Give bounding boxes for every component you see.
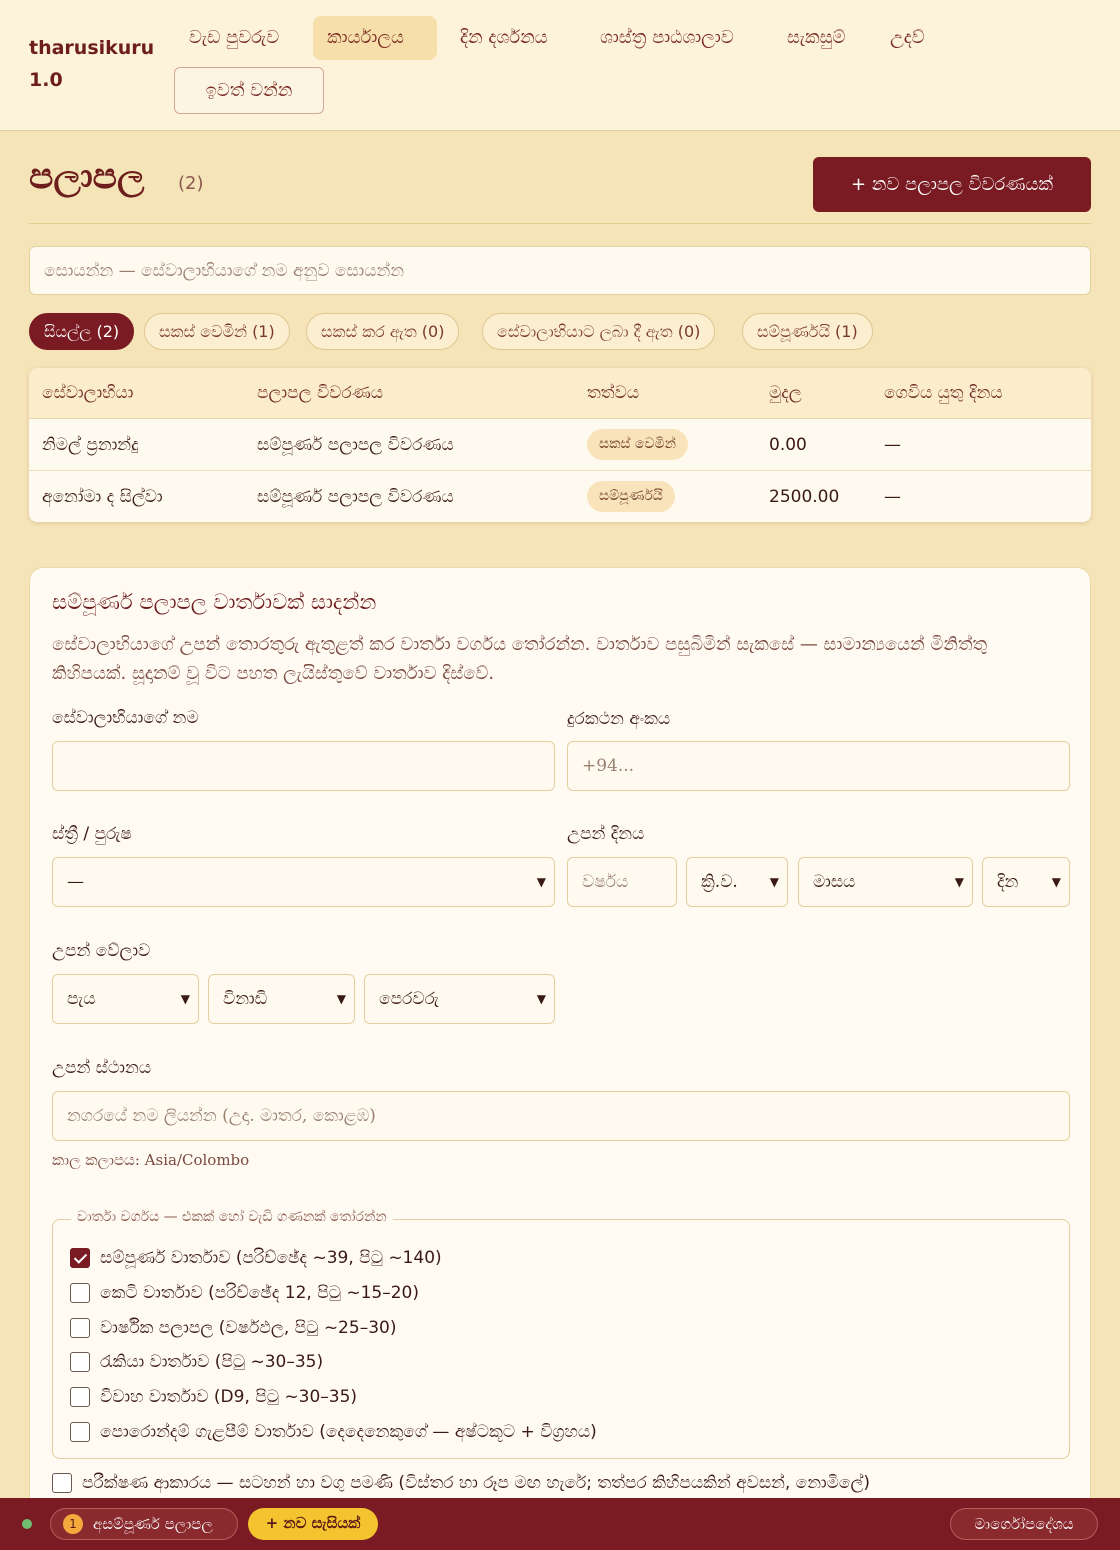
chevron-down-icon: ▼	[769, 875, 779, 889]
form-description: සේවාලාභියාගේ උපන් තොරතුරු ඇතුළත් කර වාර්…	[52, 634, 988, 684]
nav-office[interactable]: කාර්යාලය	[313, 16, 437, 60]
divider	[29, 223, 1091, 224]
top-navbar: tharusikuru 1.0 වැඩ පුවරුව කාර්යාලය දින …	[0, 0, 1120, 131]
cell-reading: සම්පූර්ණ පලාපල විවරණය	[257, 487, 454, 507]
month-select[interactable]: මාසය ▼	[798, 857, 973, 907]
form-title: සම්පූර්ණ පලාපල වාර්තාවක් සාදන්න	[52, 590, 377, 614]
nav-settings[interactable]: සැකසුම්	[773, 16, 859, 60]
column-header-due-date[interactable]: ගෙවිය යුතු දිනය	[884, 368, 1003, 419]
cell-due-date: —	[884, 435, 901, 455]
report-type-label: වාර්ෂික පලාපල (වර්ෂඵල, පිටු ~25–30)	[100, 1318, 397, 1338]
checkbox[interactable]	[70, 1283, 90, 1303]
name-label: සේවාලාභියාගේ නම	[52, 708, 199, 728]
table-row[interactable]: අනෝමා ද සිල්වා සම්පූර්ණ පලාපල විවරණය සම්…	[29, 471, 1091, 522]
day-select[interactable]: දින ▼	[982, 857, 1070, 907]
client-name-input[interactable]	[52, 741, 555, 791]
incomplete-count-badge: 1	[63, 1514, 83, 1534]
hour-select[interactable]: පැය ▼	[52, 974, 199, 1024]
hour-select-value: පැය	[67, 989, 96, 1009]
chevron-down-icon: ▼	[536, 875, 546, 889]
phone-label: දුරකථන අංකය	[567, 709, 671, 729]
checkbox[interactable]	[70, 1422, 90, 1442]
cell-due-date: —	[884, 487, 901, 507]
birth-place-label: උපන් ස්ථානය	[52, 1058, 152, 1078]
status-badge: සම්පූර්ණයි	[587, 481, 675, 512]
dob-label: උපන් දිනය	[567, 824, 645, 844]
new-reading-button[interactable]: + නව පලාපල විවරණයක්	[813, 157, 1091, 212]
filter-chip-in-progress[interactable]: සකස් වෙමින් (1)	[144, 313, 290, 350]
checkbox[interactable]	[70, 1318, 90, 1338]
cell-client: අනෝමා ද සිල්වා	[42, 487, 163, 507]
month-select-value: මාසය	[813, 872, 856, 892]
column-header-reading[interactable]: පලාපල විවරණය	[257, 368, 383, 419]
ampm-select-value: පෙරවරු	[379, 989, 439, 1009]
report-type-label: රැකියා වාර්තාව (පිටු ~30–35)	[100, 1352, 324, 1372]
incomplete-readings-label: අසම්පූර්ණ පලාපල	[93, 1515, 213, 1533]
guide-button[interactable]: මාර්ගෝපදේශය	[950, 1508, 1098, 1540]
column-header-status[interactable]: තත්වය	[587, 368, 639, 419]
cell-amount: 0.00	[769, 435, 807, 455]
birth-year-input[interactable]	[567, 857, 677, 907]
report-type-label: සම්පූර්ණ වාර්තාව (පරිච්ඡේද ~39, පිටු ~14…	[100, 1248, 442, 1268]
chevron-down-icon: ▼	[1051, 875, 1061, 889]
filter-chip-delivered[interactable]: සේවාලාභියාට ලබා දී ඇත (0)	[482, 313, 716, 350]
chevron-down-icon: ▼	[954, 875, 964, 889]
checkbox[interactable]	[70, 1352, 90, 1372]
test-mode-checkbox[interactable]	[52, 1473, 72, 1493]
status-dot-icon	[22, 1519, 32, 1529]
page-count: (2)	[178, 173, 204, 194]
chevron-down-icon: ▼	[180, 992, 190, 1006]
era-select[interactable]: ක්‍රි.ව. ▼	[686, 857, 788, 907]
bottom-status-bar: 1 අසම්පූර්ණ පලාපල + නව සැසියක් මාර්ගෝපදේ…	[0, 1498, 1120, 1550]
timezone-info: කාල කලාපය: Asia/Colombo	[52, 1151, 249, 1169]
timezone-label: කාල කලාපය:	[52, 1151, 140, 1169]
report-type-label: කෙටි වාර්තාව (පරිච්ඡේද 12, පිටු ~15–20)	[100, 1283, 420, 1303]
gender-select[interactable]: — ▼	[52, 857, 555, 907]
nav-calendar[interactable]: දින දර්ශනය	[446, 16, 562, 60]
filter-chip-all[interactable]: සියල්ල (2)	[29, 313, 135, 350]
gender-label: ස්ත්‍රී / පුරුෂ	[52, 824, 132, 844]
checkbox[interactable]	[70, 1248, 90, 1268]
nav-dashboard[interactable]: වැඩ පුවරුව	[175, 16, 293, 60]
page-title: පලාපල	[29, 156, 145, 197]
ampm-select[interactable]: පෙරවරු ▼	[364, 974, 555, 1024]
table-row[interactable]: නිමල් ප්‍රනාන්දු සම්පූර්ණ පලාපල විවරණය ස…	[29, 419, 1091, 471]
birth-time-label: උපන් වේලාව	[52, 941, 151, 961]
nav-academy[interactable]: ශාස්ත්‍ර පාඨශාලාව	[586, 16, 748, 60]
report-type-label: විවාහ වාර්තාව (D9, පිටු ~30–35)	[100, 1387, 358, 1407]
chevron-down-icon: ▼	[336, 992, 346, 1006]
day-select-value: දින	[997, 872, 1019, 892]
minute-select[interactable]: විනාඩි ▼	[208, 974, 355, 1024]
readings-table: සේවාලාභියා පලාපල විවරණය තත්වය මුදල ගෙවිය…	[29, 368, 1091, 522]
test-mode-label: පරීක්ෂණ ආකාරය — සටහන් හා වගු පමණි (විස්ත…	[82, 1473, 871, 1493]
cell-client: නිමල් ප්‍රනාන්දු	[42, 435, 139, 455]
filter-chip-prepared[interactable]: සකස් කර ඇත (0)	[306, 313, 460, 350]
gender-select-value: —	[67, 872, 84, 892]
column-header-client[interactable]: සේවාලාභියා	[42, 368, 133, 419]
birth-place-input[interactable]	[52, 1091, 1070, 1141]
app-brand[interactable]: tharusikuru 1.0	[29, 32, 159, 96]
status-badge: සකස් වෙමින්	[587, 429, 688, 460]
table-header: සේවාලාභියා පලාපල විවරණය තත්වය මුදල ගෙවිය…	[29, 368, 1091, 419]
nav-help[interactable]: උදව්	[876, 16, 939, 60]
incomplete-readings-button[interactable]: 1 අසම්පූර්ණ පලාපල	[50, 1508, 238, 1540]
cell-amount: 2500.00	[769, 487, 840, 507]
filter-chip-completed[interactable]: සම්පූර්ණයි (1)	[742, 313, 873, 350]
new-session-button[interactable]: + නව සැසියක්	[248, 1508, 378, 1540]
report-type-group: වාර්තා වර්ගය — එකක් හෝ වැඩි ගණනක් තෝරන්න…	[52, 1209, 1070, 1459]
report-type-label: පොරොන්දම් ගැළපීම් වාර්තාව (දෙදෙනෙකුගේ — …	[100, 1422, 597, 1442]
phone-input[interactable]	[567, 741, 1070, 791]
chevron-down-icon: ▼	[536, 992, 546, 1006]
minute-select-value: විනාඩි	[223, 989, 268, 1009]
era-select-value: ක්‍රි.ව.	[701, 872, 738, 892]
timezone-value: Asia/Colombo	[144, 1151, 250, 1169]
logout-button[interactable]: ඉවත් වන්න	[174, 67, 324, 114]
search-input[interactable]	[29, 246, 1091, 295]
cell-reading: සම්පූර්ණ පලාපල විවරණය	[257, 435, 454, 455]
new-report-form: සම්පූර්ණ පලාපල වාර්තාවක් සාදන්න සේවාලාභි…	[29, 567, 1091, 1550]
checkbox[interactable]	[70, 1387, 90, 1407]
report-type-legend: වාර්තා වර්ගය — එකක් හෝ වැඩි ගණනක් තෝරන්න	[71, 1209, 393, 1225]
column-header-amount[interactable]: මුදල	[769, 368, 802, 419]
